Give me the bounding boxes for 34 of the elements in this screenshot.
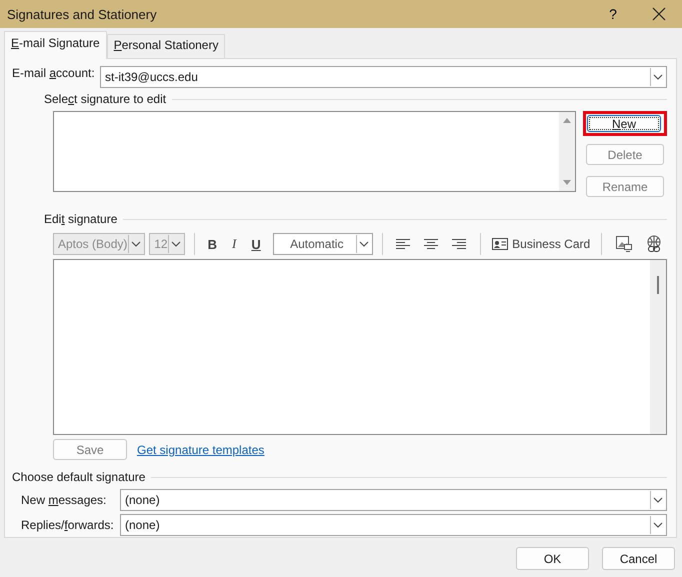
business-card-button[interactable]: Business Card (490, 237, 592, 251)
dialog-button[interactable]: Cancel (602, 547, 675, 570)
field-label: E-mail account: (12, 66, 96, 80)
format-button[interactable]: U (247, 236, 266, 252)
picture-icon[interactable] (615, 235, 634, 253)
align-right-icon[interactable] (451, 238, 468, 250)
align-center-icon[interactable] (423, 238, 440, 250)
format-button[interactable]: B (203, 236, 222, 252)
templates-link[interactable]: Get signature templates (137, 442, 264, 456)
field-label: New messages: (20, 493, 108, 507)
align-left-icon[interactable] (395, 238, 412, 250)
section-title: Select signature to edit (44, 92, 166, 106)
signature-dropdown[interactable]: (none) (120, 514, 667, 536)
scrollbar[interactable] (559, 112, 575, 191)
color-dropdown[interactable]: Automatic (273, 233, 373, 255)
format-button[interactable]: I (225, 236, 244, 252)
window-title: Signatures and Stationery (7, 6, 158, 22)
hyperlink-icon[interactable] (645, 235, 664, 253)
help-button[interactable]: ? (590, 0, 636, 28)
section-title: Choose default signature (12, 470, 146, 484)
section-title: Edit signature (44, 212, 118, 226)
scroll-down-icon (562, 179, 572, 187)
signature-button[interactable]: New (587, 115, 661, 132)
contact-card-icon (492, 238, 508, 250)
dialog-button[interactable]: OK (516, 547, 589, 570)
tab[interactable]: E-mail Signature (4, 31, 107, 59)
field-label: Replies/forwards: (20, 518, 115, 532)
account-dropdown[interactable]: st-it39@uccs.edu (100, 66, 667, 88)
scroll-up-icon (562, 116, 572, 124)
close-icon (652, 7, 666, 21)
signature-list[interactable] (53, 111, 576, 192)
tab[interactable]: Personal Stationery (106, 34, 226, 58)
scrollbar[interactable] (650, 260, 666, 434)
signature-dropdown[interactable]: (none) (120, 489, 667, 511)
